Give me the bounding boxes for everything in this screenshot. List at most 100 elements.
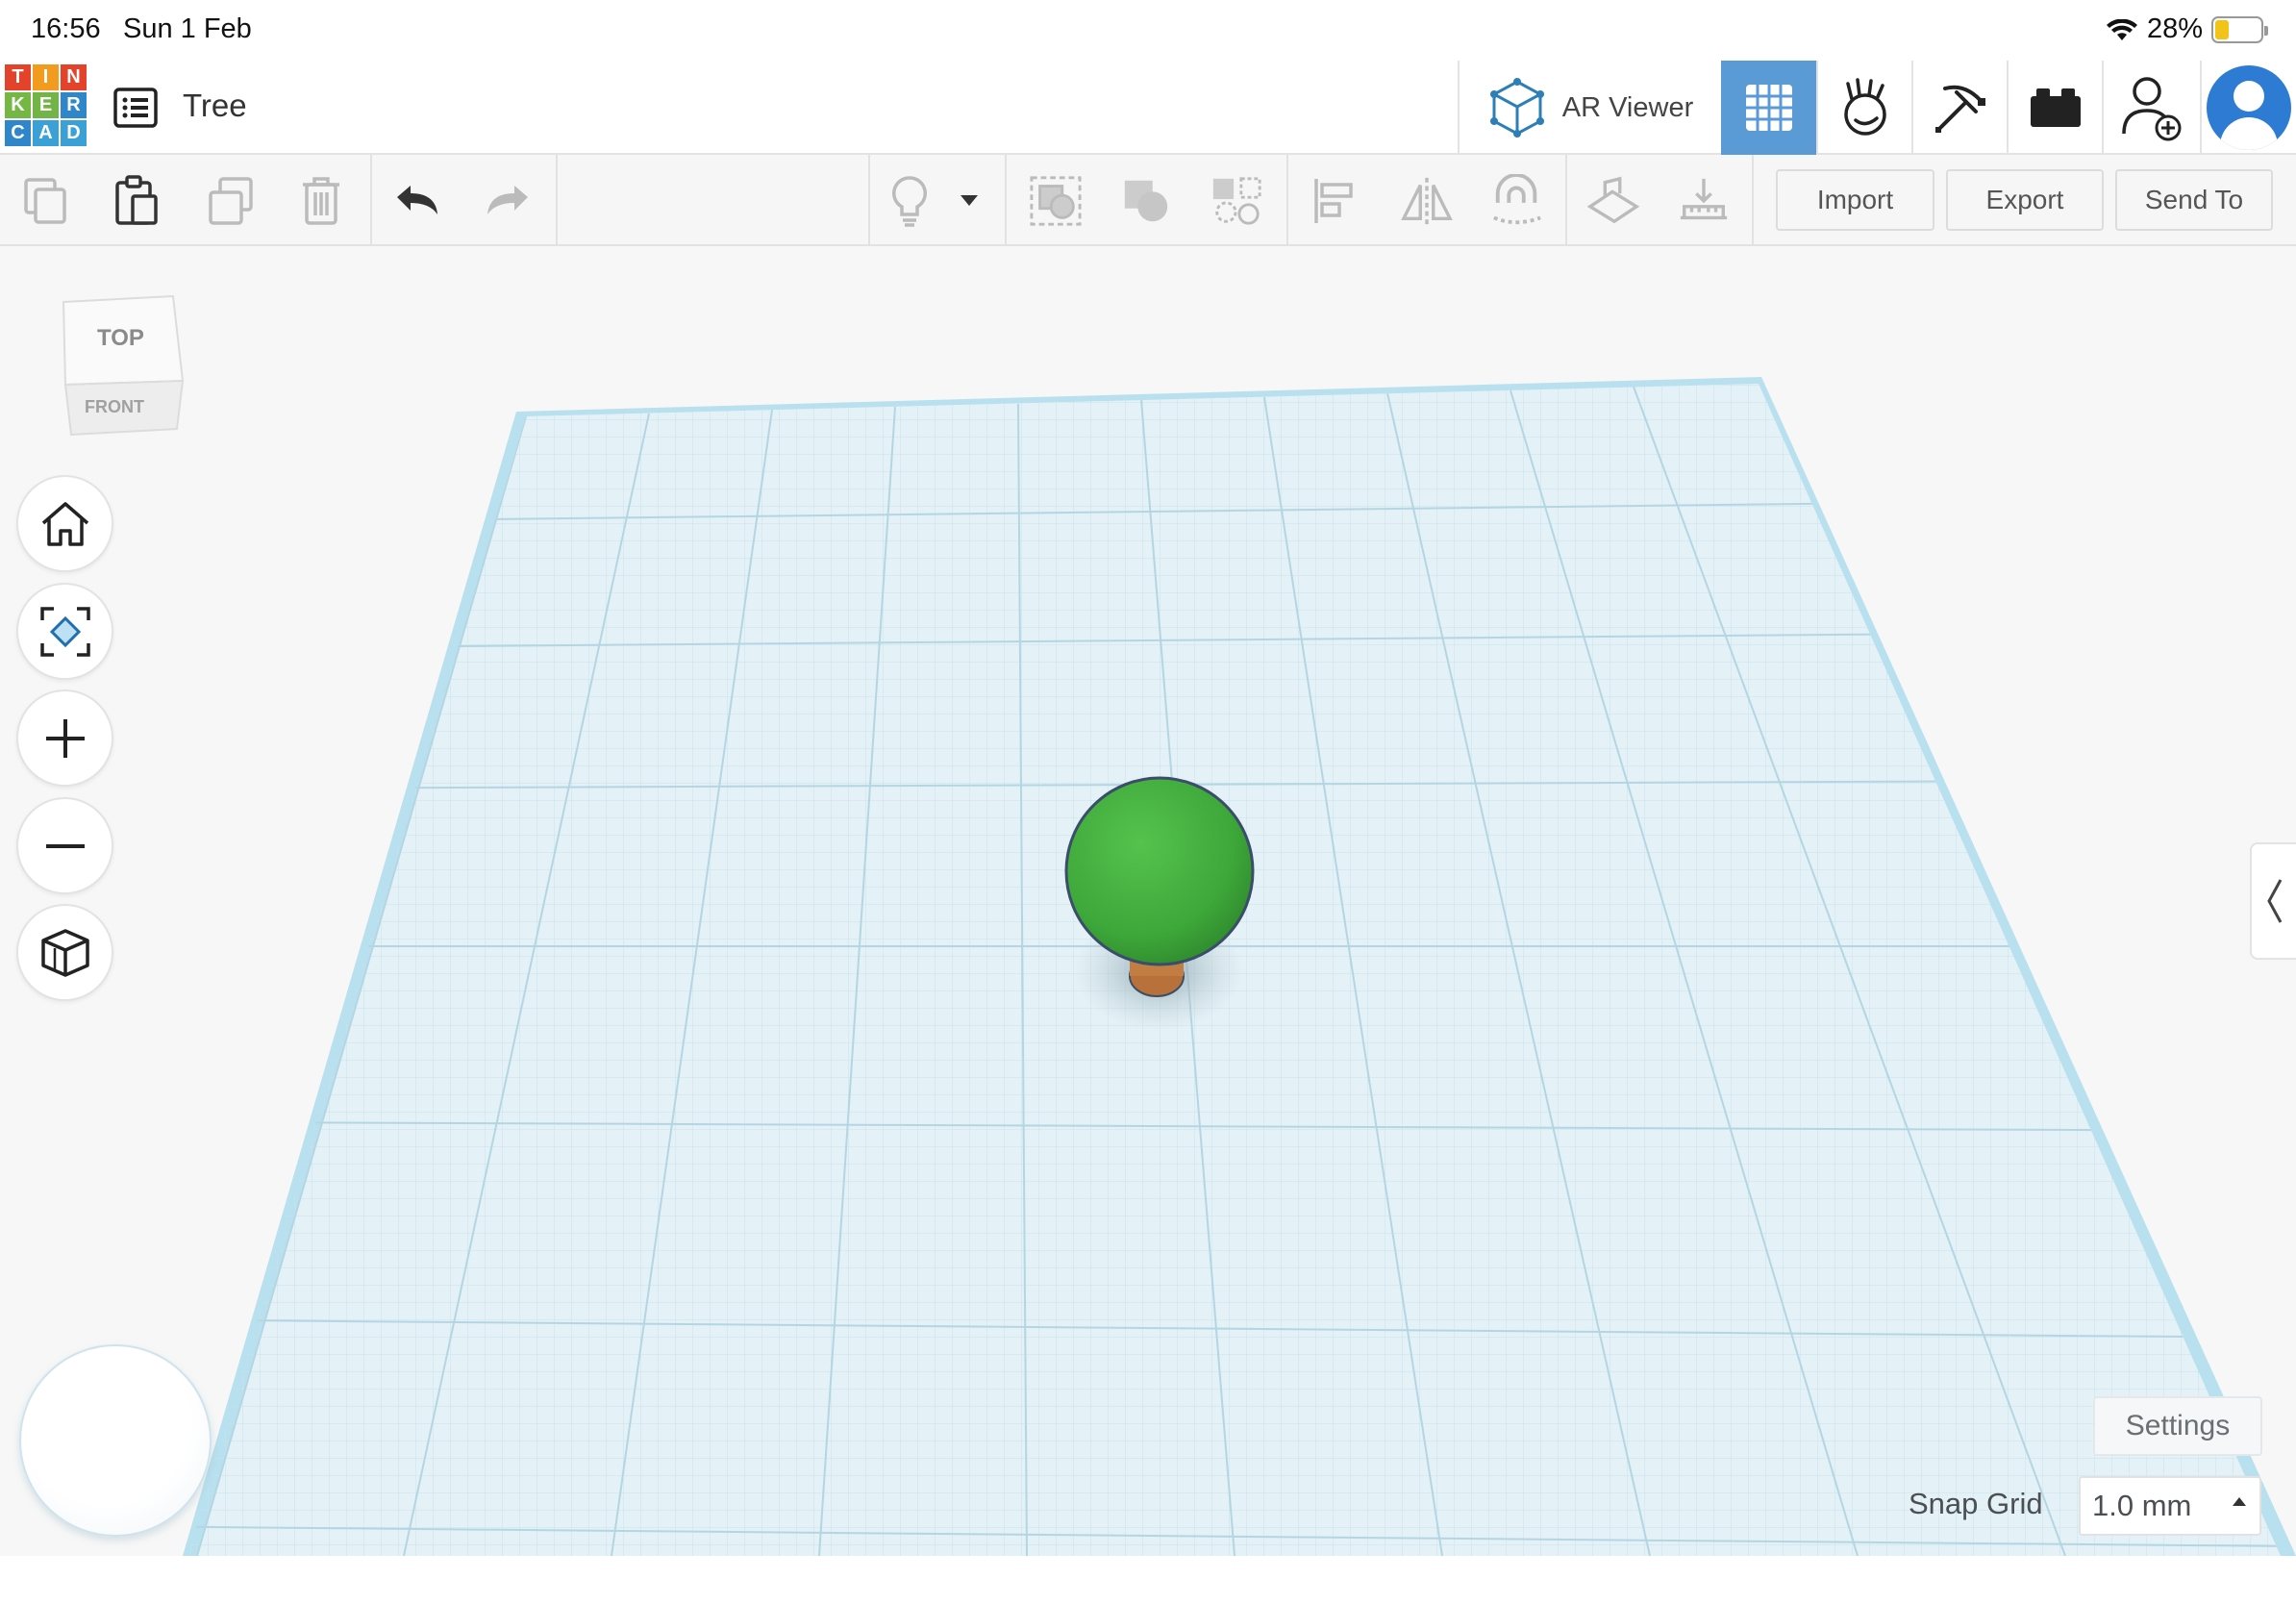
import-button[interactable]: Import (1776, 169, 1934, 231)
bricks-view-button[interactable] (1911, 61, 2007, 155)
logo-letter: I (33, 64, 59, 90)
logo-letter: T (5, 64, 31, 90)
brick-icon (2030, 88, 2081, 127)
battery-percent: 28% (2147, 13, 2204, 44)
grid-icon (1745, 85, 1792, 131)
notes-dropdown-button[interactable] (950, 174, 988, 228)
snap-grid-label: Snap Grid (1909, 1487, 2043, 1520)
ar-viewer-label: AR Viewer (1561, 91, 1694, 123)
logo-letter: N (61, 64, 87, 90)
logo-letter: D (61, 120, 87, 146)
invite-user-button[interactable] (2102, 61, 2200, 155)
toolbar-separator (556, 155, 558, 246)
paste-icon (115, 175, 158, 225)
ungroup-button[interactable] (1119, 174, 1173, 228)
status-date: Sun 1 Feb (123, 13, 252, 44)
ruler-button[interactable] (1677, 174, 1731, 228)
toolbar-separator (1286, 155, 1288, 246)
design-list-button[interactable] (108, 80, 163, 136)
workplane-grid[interactable] (0, 246, 2296, 1556)
export-button[interactable]: Export (1946, 169, 2104, 231)
duplicate-icon (209, 177, 253, 225)
group-button[interactable] (1029, 174, 1083, 228)
logo-letter: E (33, 92, 59, 118)
ungroup-icon (1124, 180, 1168, 222)
sphere-shape[interactable] (1064, 776, 1255, 966)
view-cube[interactable]: TOP FRONT (58, 292, 187, 442)
group-icon (1030, 176, 1082, 226)
snap-grid-select[interactable]: 1.0 mm (2079, 1476, 2261, 1536)
lego-bricks-button[interactable] (2007, 61, 2102, 155)
caret-up-icon (2233, 1497, 2246, 1506)
zoom-out-button[interactable] (16, 797, 113, 894)
mirror-button[interactable] (1400, 174, 1454, 228)
home-icon (41, 501, 88, 546)
fit-view-button[interactable] (16, 583, 113, 680)
snap-grid-value: 1.0 mm (2092, 1489, 2192, 1522)
toolbar-separator (1005, 155, 1007, 246)
toggle-notes-button[interactable] (883, 174, 936, 228)
undo-button[interactable] (390, 174, 444, 228)
logo-letter: A (33, 120, 59, 146)
copy-icon (24, 178, 66, 224)
ruler-icon (1680, 178, 1728, 220)
send-to-button[interactable]: Send To (2115, 169, 2273, 231)
list-icon (113, 88, 158, 128)
cruise-button[interactable] (1490, 174, 1544, 228)
undo-icon (397, 186, 437, 214)
add-user-icon (2122, 77, 2182, 141)
ar-cube-icon (1489, 78, 1544, 138)
design-canvas[interactable]: TOP FRONT (0, 246, 2296, 1556)
fit-view-icon (39, 606, 90, 657)
redo-icon (487, 186, 528, 214)
user-profile-button[interactable] (2200, 61, 2296, 155)
shapes-panel-toggle[interactable] (2250, 842, 2296, 960)
toolbar-separator (868, 155, 870, 246)
status-bar: 16:56 Sun 1 Feb 28% (0, 0, 2296, 61)
trash-icon (303, 177, 339, 225)
blocks-view-button[interactable] (1816, 61, 1911, 155)
hole-solid-icon (1212, 177, 1261, 225)
hand-ball-icon (1843, 78, 1886, 136)
edit-toolbar: Import Export Send To (0, 155, 2296, 246)
avatar (2207, 65, 2291, 150)
align-icon (1314, 179, 1353, 223)
tinkercad-logo[interactable]: T I N K E R C A D (5, 64, 88, 148)
workplane-icon (1586, 176, 1640, 224)
duplicate-button[interactable] (204, 174, 258, 228)
cube-icon (40, 928, 89, 977)
status-time: 16:56 (31, 13, 101, 44)
hole-button[interactable] (1210, 174, 1263, 228)
design-title[interactable]: Tree (183, 88, 247, 124)
copy-button[interactable] (19, 174, 73, 228)
magnet-icon (1493, 174, 1541, 225)
battery-icon (2211, 16, 2268, 43)
caret-down-icon (961, 195, 978, 206)
delete-button[interactable] (294, 174, 348, 228)
plus-icon (45, 718, 85, 758)
logo-letter: K (5, 92, 31, 118)
view-cube-shape (62, 294, 185, 437)
zoom-in-button[interactable] (16, 689, 113, 787)
align-button[interactable] (1308, 174, 1361, 228)
minus-icon (45, 843, 85, 848)
chevron-left-icon (2267, 879, 2283, 923)
logo-letter: C (5, 120, 31, 146)
ar-viewer-button[interactable]: AR Viewer (1458, 61, 1721, 155)
workplane-settings-button[interactable]: Settings (2093, 1396, 2262, 1456)
3d-design-view-button[interactable] (1721, 61, 1816, 155)
app-header: T I N K E R C A D Tree AR Viewer (0, 61, 2296, 155)
pickaxe-icon (1934, 85, 1985, 133)
perspective-toggle-button[interactable] (16, 904, 113, 1001)
paste-button[interactable] (110, 174, 163, 228)
toolbar-separator (1565, 155, 1567, 246)
toolbar-separator (1752, 155, 1754, 246)
orbit-joystick[interactable] (19, 1344, 212, 1537)
workplane-button[interactable] (1586, 174, 1640, 228)
home-view-button[interactable] (16, 475, 113, 572)
lightbulb-icon (892, 176, 927, 227)
view-cube-front-label[interactable]: FRONT (85, 397, 144, 417)
redo-button[interactable] (481, 174, 535, 228)
wifi-icon (2107, 19, 2137, 40)
view-cube-top-label[interactable]: TOP (97, 325, 144, 352)
